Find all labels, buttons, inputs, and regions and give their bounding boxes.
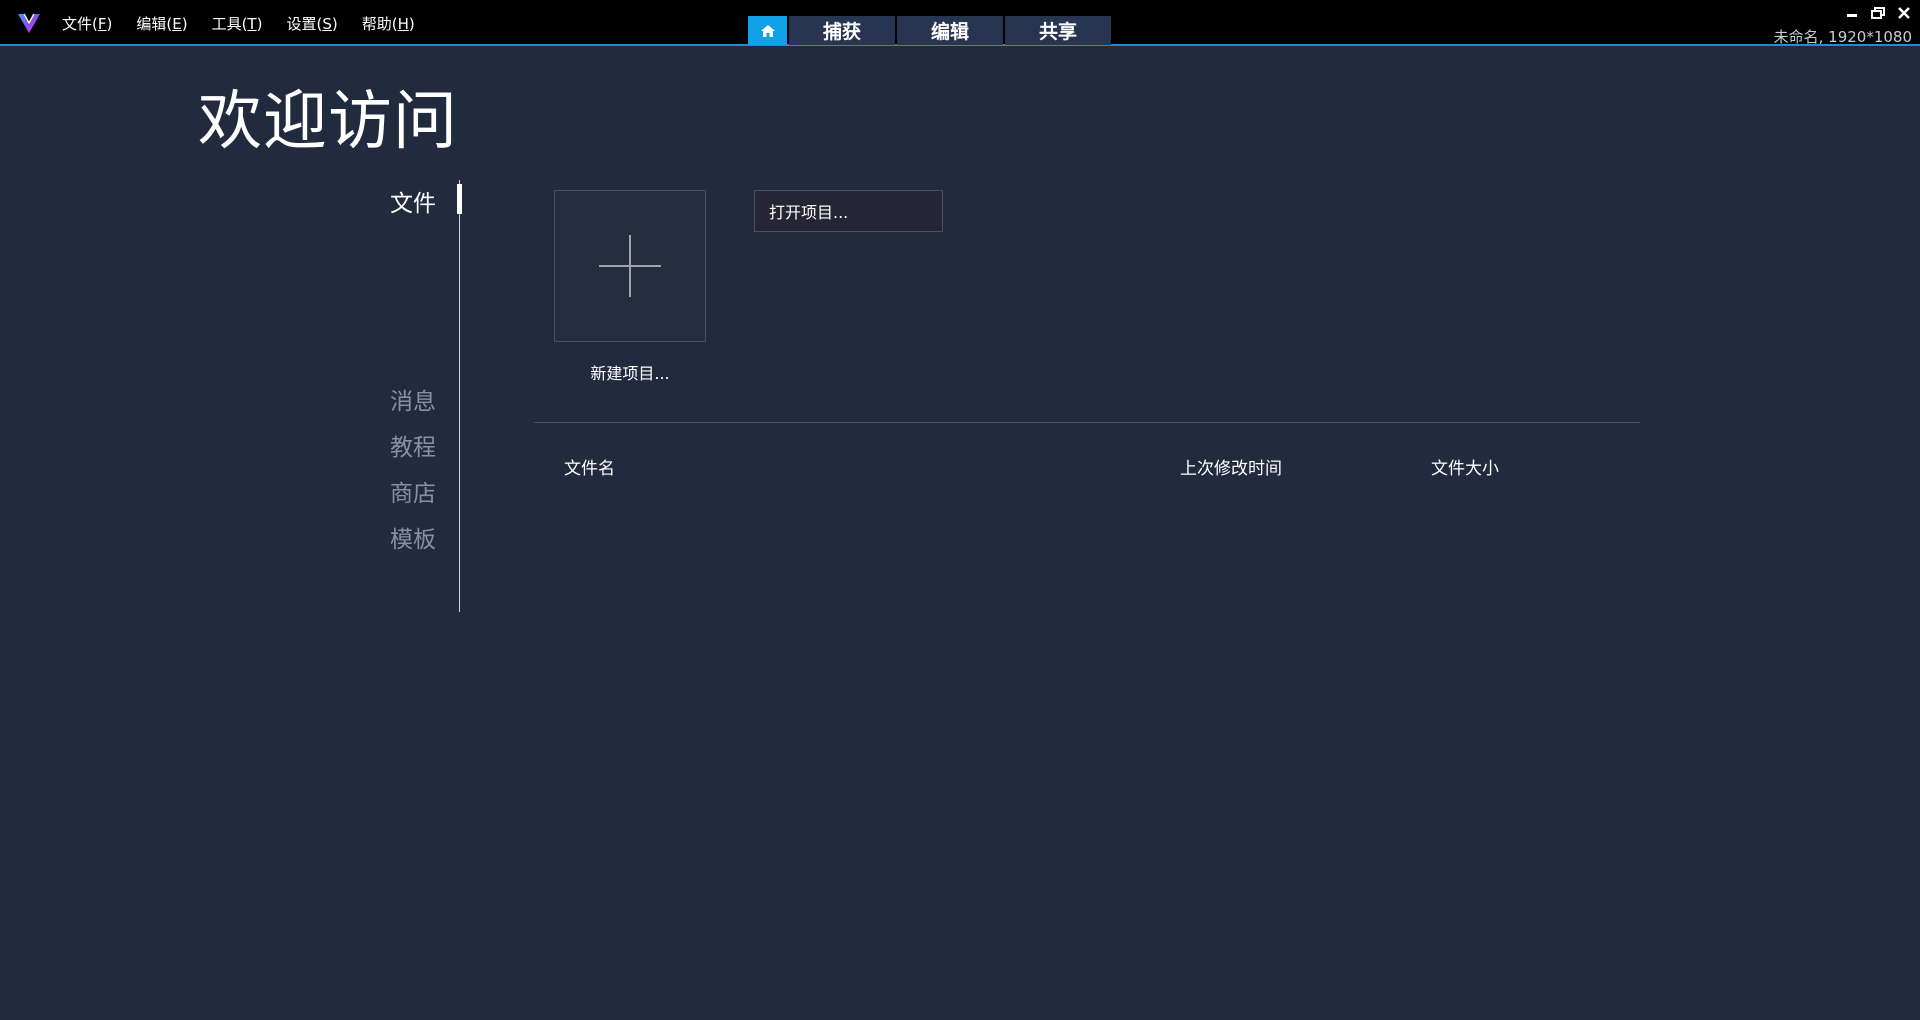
plus-icon (599, 235, 661, 297)
new-project-label: 新建项目... (590, 364, 670, 383)
column-header-size[interactable]: 文件大小 (1431, 454, 1499, 479)
new-project-button[interactable] (554, 190, 706, 342)
open-project-button[interactable]: 打开项目... (754, 190, 943, 232)
project-status: 未命名, 1920*1080 (1773, 28, 1912, 46)
menu-tools[interactable]: 工具(T) (200, 13, 275, 34)
tab-home[interactable] (748, 16, 787, 45)
tab-capture[interactable]: 捕获 (789, 16, 895, 45)
menu-edit[interactable]: 编辑(E) (124, 13, 199, 34)
side-nav-item-templates[interactable]: 模板 (390, 520, 436, 554)
side-nav-item-messages[interactable]: 消息 (390, 382, 436, 416)
menu-settings[interactable]: 设置(S) (274, 13, 349, 34)
tab-edit[interactable]: 编辑 (897, 16, 1003, 45)
minimize-icon[interactable] (1844, 6, 1860, 20)
window-controls (1844, 6, 1912, 20)
side-nav-line (459, 180, 460, 612)
side-nav-item-files[interactable]: 文件 (390, 184, 436, 218)
menu-file[interactable]: 文件(F) (50, 13, 124, 34)
restore-icon[interactable] (1870, 6, 1886, 20)
menu-bar: 文件(F) 编辑(E) 工具(T) 设置(S) 帮助(H) (50, 0, 427, 46)
page-title: 欢迎访问 (198, 85, 458, 159)
side-nav: 文件 消息 教程 商店 模板 (360, 180, 462, 612)
menu-help[interactable]: 帮助(H) (350, 13, 427, 34)
file-table-header: 文件名 上次修改时间 文件大小 (0, 454, 1920, 480)
column-header-filename[interactable]: 文件名 (564, 454, 615, 479)
divider (534, 422, 1640, 423)
title-bar: 文件(F) 编辑(E) 工具(T) 设置(S) 帮助(H) 捕获 编辑 共享 未… (0, 0, 1920, 46)
side-nav-active-marker (457, 184, 462, 214)
close-icon[interactable] (1896, 6, 1912, 20)
tab-share[interactable]: 共享 (1005, 16, 1111, 45)
column-header-modified[interactable]: 上次修改时间 (1180, 454, 1282, 479)
home-icon (760, 24, 775, 37)
mode-tabs: 捕获 编辑 共享 (748, 16, 1111, 45)
app-logo-icon[interactable] (16, 10, 42, 36)
